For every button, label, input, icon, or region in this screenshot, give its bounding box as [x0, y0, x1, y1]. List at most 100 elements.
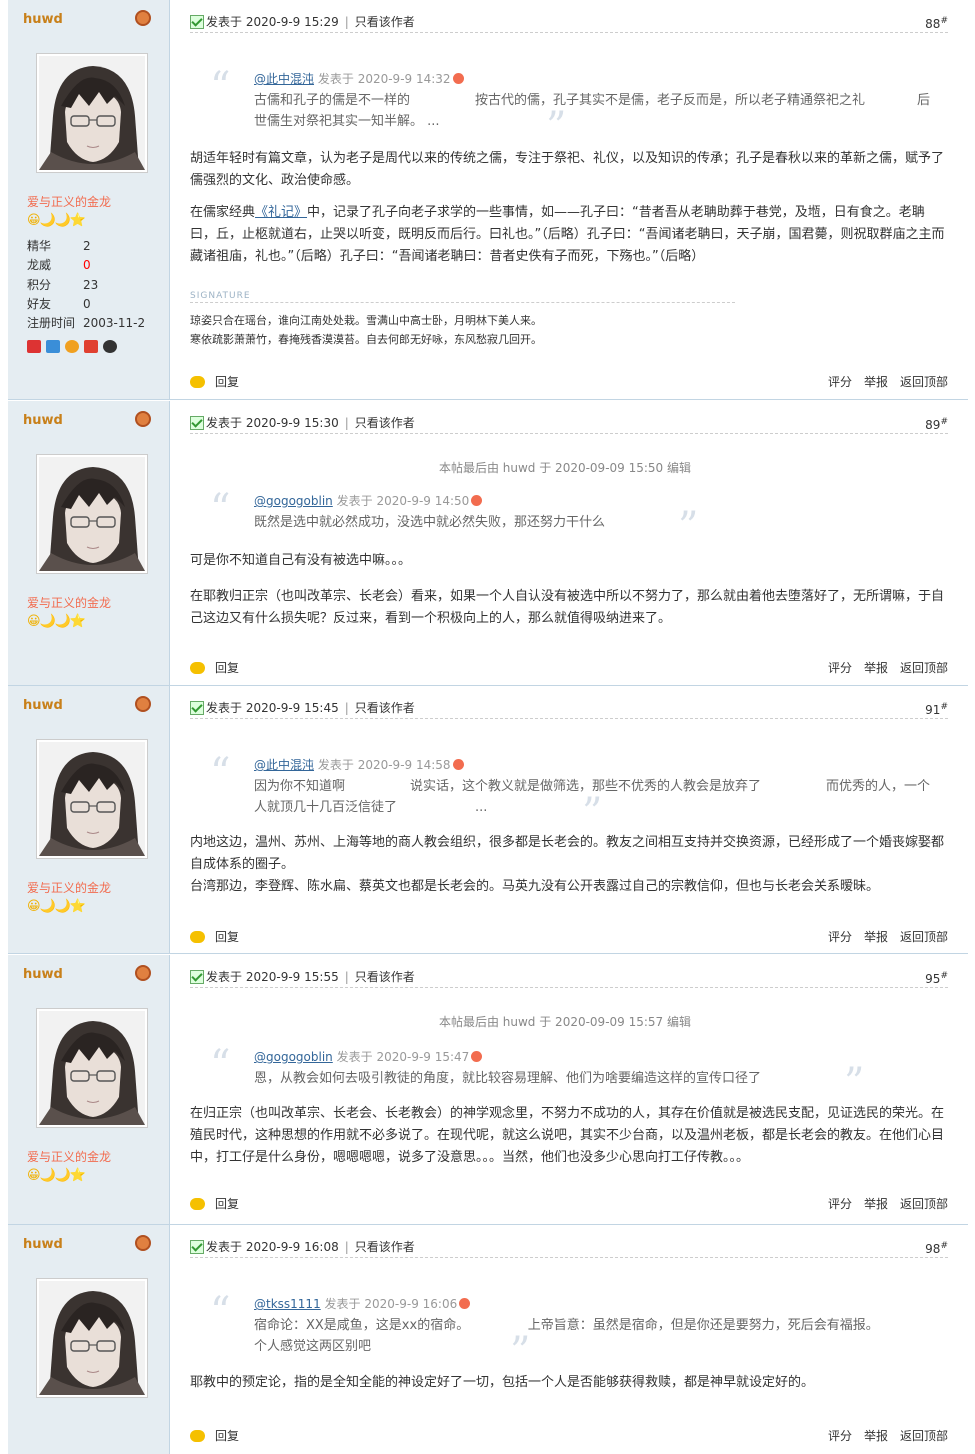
reply-button[interactable]: 回复	[190, 373, 239, 390]
back-top-link[interactable]: 返回顶部	[900, 661, 948, 675]
post-footer: 回复 评分 举报 返回顶部	[190, 659, 948, 677]
quote-user-link[interactable]: @gogogoblin	[254, 494, 333, 508]
stat-value[interactable]: 2	[83, 237, 91, 256]
floor-number[interactable]: 95#	[925, 971, 948, 986]
rate-link[interactable]: 评分	[828, 375, 852, 389]
goto-icon[interactable]	[471, 495, 483, 506]
only-author-link[interactable]: 只看该作者	[355, 416, 415, 430]
rank-stars: 😀🌙🌙⭐	[27, 1168, 86, 1183]
reply-icon	[190, 661, 205, 674]
edit-note: 本帖最后由 huwd 于 2020-09-09 15:57 编辑	[438, 1015, 692, 1029]
stat-value[interactable]: 23	[83, 276, 98, 295]
quote-user-link[interactable]: @tkss1111	[254, 1297, 321, 1311]
avatar[interactable]	[36, 1278, 148, 1398]
user-stats: 精华 2 龙威 0 积分 23 好友 0 注册时间 2003-11-2	[27, 237, 145, 333]
quote-time: 2020-9-9 14:50	[376, 494, 470, 508]
open-quote-icon: “	[210, 750, 231, 796]
author-sidebar: huwd 爱与正义的金龙 😀🌙🌙⭐	[8, 955, 170, 1224]
rank-stars: 😀🌙🌙⭐	[27, 614, 86, 629]
avatar[interactable]	[36, 739, 148, 859]
report-link[interactable]: 举报	[864, 930, 888, 944]
user-rank[interactable]: 爱与正义的金龙	[27, 1148, 111, 1165]
rate-link[interactable]: 评分	[828, 1429, 852, 1443]
rate-link[interactable]: 评分	[828, 661, 852, 675]
only-author-link[interactable]: 只看该作者	[355, 1240, 415, 1254]
quote-time: 2020-9-9 15:47	[376, 1050, 470, 1064]
signature-block: SIGNATURE 琼姿只合在瑶台，谁向江南处处栽。雪满山中高士卧，月明林下美人…	[190, 291, 948, 349]
post-body: 胡适年轻时有篇文章，认为老子是周代以来的传统之儒，专注于祭祀、礼仪，以及知识的传…	[190, 148, 948, 268]
rate-link[interactable]: 评分	[828, 930, 852, 944]
close-quote-icon: ”	[546, 104, 567, 150]
user-rank[interactable]: 爱与正义的金龙	[27, 879, 111, 896]
author-sidebar: huwd 爱与正义的金龙 😀🌙🌙⭐ 精华 2 龙威 0 积分 23 好友 0 注册时间 2…	[8, 0, 170, 399]
goto-icon[interactable]	[459, 1298, 471, 1309]
report-link[interactable]: 举报	[864, 661, 888, 675]
author-name[interactable]: huwd	[23, 967, 63, 982]
book-link[interactable]: 《礼记》	[255, 205, 307, 220]
medal-icon[interactable]	[103, 340, 117, 353]
rate-link[interactable]: 评分	[828, 1197, 852, 1211]
reply-button[interactable]: 回复	[190, 928, 239, 945]
medal-icon[interactable]	[27, 340, 41, 353]
stat-value[interactable]: 0	[83, 256, 91, 275]
quote-time: 2020-9-9 16:06	[364, 1297, 458, 1311]
only-author-link[interactable]: 只看该作者	[355, 970, 415, 984]
only-author-link[interactable]: 只看该作者	[355, 701, 415, 715]
report-link[interactable]: 举报	[864, 375, 888, 389]
back-top-link[interactable]: 返回顶部	[900, 930, 948, 944]
quote-user-link[interactable]: @此中混沌	[254, 72, 314, 86]
reply-icon	[190, 930, 205, 943]
stat-label: 积分	[27, 277, 52, 292]
report-link[interactable]: 举报	[864, 1197, 888, 1211]
signature-line: 寒依疏影萧萧竹，春掩残香漠漠苔。自去何郎无好咏，东风愁寂几回开。	[190, 333, 542, 346]
avatar[interactable]	[36, 53, 148, 173]
report-link[interactable]: 举报	[864, 1429, 888, 1443]
goto-icon[interactable]	[452, 73, 464, 84]
reply-button[interactable]: 回复	[190, 1427, 239, 1444]
floor-number[interactable]: 98#	[925, 1241, 948, 1256]
author-name[interactable]: huwd	[23, 698, 63, 713]
reply-icon	[190, 1197, 205, 1210]
quote-text: 恩，从教会如何去吸引教徒的角度，就比较容易理解、他们为啥要编造这样的宣传口径了	[254, 1071, 762, 1086]
author-name[interactable]: huwd	[23, 12, 63, 27]
stat-label: 注册时间	[27, 316, 76, 331]
reply-button[interactable]: 回复	[190, 1195, 239, 1212]
floor-number[interactable]: 91#	[925, 702, 948, 717]
post-paragraph: 在儒家经典《礼记》中，记录了孔子向老子求学的一些事情，如——孔子曰：“昔者吾从老…	[190, 205, 945, 264]
quote-user-link[interactable]: @此中混沌	[254, 758, 314, 772]
author-name[interactable]: huwd	[23, 1237, 63, 1252]
stat-label: 龙威	[27, 258, 52, 273]
medal-icon[interactable]	[84, 340, 98, 353]
rank-stars: 😀🌙🌙⭐	[27, 213, 86, 228]
gender-icon	[135, 696, 151, 712]
quote-time: 2020-9-9 14:58	[357, 758, 451, 772]
post-98: huwd 发表于 2020-9-9 16:08 | 只看该作者 98# “ @tks…	[8, 1225, 968, 1454]
post-main: 发表于 2020-9-9 15:29 | 只看该作者 88# “ @此中混沌 发表于…	[182, 0, 948, 399]
quote-text: 因为你不知道啊 说实话，这个教义就是做筛选，那些不优秀的人教会是放弃了 而优秀的…	[254, 779, 931, 815]
medal-icon[interactable]	[65, 340, 79, 353]
avatar[interactable]	[36, 454, 148, 574]
floor-number[interactable]: 89#	[925, 417, 948, 432]
back-top-link[interactable]: 返回顶部	[900, 375, 948, 389]
goto-icon[interactable]	[452, 759, 464, 770]
post-main: 发表于 2020-9-9 15:45 | 只看该作者 91# “ @此中混沌 发表于…	[182, 686, 948, 953]
reply-button[interactable]: 回复	[190, 659, 239, 676]
medal-icon[interactable]	[46, 340, 60, 353]
open-quote-icon: “	[210, 1289, 231, 1335]
back-top-link[interactable]: 返回顶部	[900, 1197, 948, 1211]
user-rank[interactable]: 爱与正义的金龙	[27, 594, 111, 611]
close-quote-icon: ”	[678, 504, 699, 550]
edit-note: 本帖最后由 huwd 于 2020-09-09 15:50 编辑	[438, 461, 692, 475]
only-author-link[interactable]: 只看该作者	[355, 15, 415, 29]
quote-user-link[interactable]: @gogogoblin	[254, 1050, 333, 1064]
user-rank[interactable]: 爱与正义的金龙	[27, 193, 111, 210]
post-time: 2020-9-9 15:29	[245, 15, 339, 29]
gender-icon	[135, 411, 151, 427]
author-name[interactable]: huwd	[23, 413, 63, 428]
floor-number[interactable]: 88#	[925, 16, 948, 31]
stat-value[interactable]: 0	[83, 295, 91, 314]
back-top-link[interactable]: 返回顶部	[900, 1429, 948, 1443]
avatar[interactable]	[36, 1008, 148, 1128]
gender-icon	[135, 10, 151, 26]
goto-icon[interactable]	[471, 1051, 483, 1062]
